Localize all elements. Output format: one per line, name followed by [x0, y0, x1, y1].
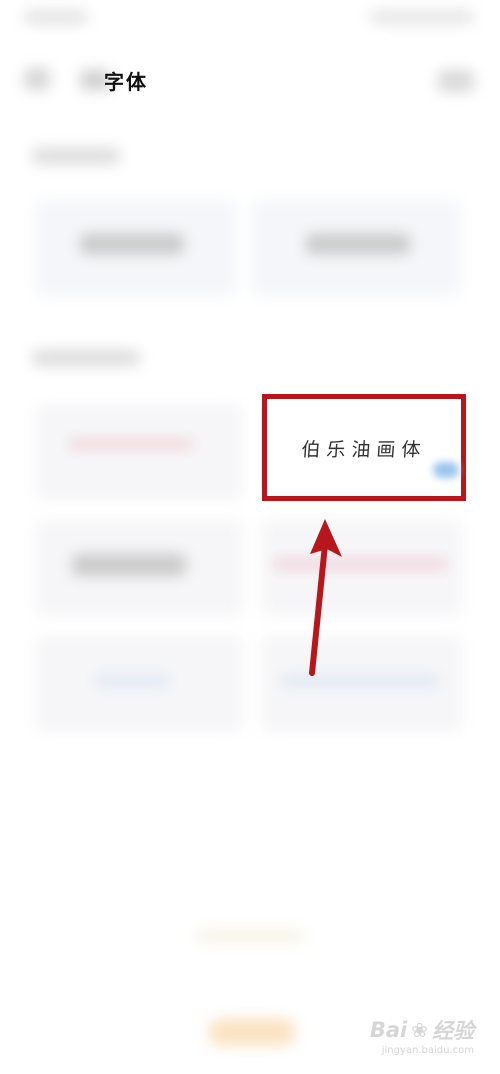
font-card-label	[68, 438, 194, 450]
status-bar-time	[24, 10, 88, 24]
section-heading	[32, 148, 120, 164]
watermark-brand-suffix: 经验	[432, 1019, 474, 1043]
back-icon[interactable]	[24, 68, 50, 90]
selection-badge	[433, 462, 459, 478]
page-title: 字体	[104, 70, 148, 94]
arrow-up-icon	[309, 519, 342, 676]
font-card-label	[80, 234, 184, 254]
bottom-hint	[196, 930, 304, 942]
header-action-icon[interactable]	[438, 70, 474, 92]
highlighted-font-card[interactable]: 伯乐油画体	[262, 394, 466, 501]
font-card-label	[72, 554, 186, 576]
status-bar-icons	[370, 10, 474, 24]
blurred-background	[0, 0, 500, 1074]
font-name-label: 伯乐油画体	[300, 439, 428, 461]
watermark-url: jingyan.baidu.com	[381, 1045, 474, 1056]
font-card-label	[94, 676, 170, 686]
section-heading	[32, 350, 140, 366]
paw-icon: ❀	[411, 1018, 428, 1042]
watermark: Bai ❀ 经验 jingyan.baidu.com	[370, 1015, 474, 1056]
font-card[interactable]	[36, 404, 242, 500]
apply-button[interactable]	[208, 1018, 296, 1046]
font-card-label	[306, 234, 410, 254]
watermark-brand: Bai	[369, 1018, 408, 1042]
